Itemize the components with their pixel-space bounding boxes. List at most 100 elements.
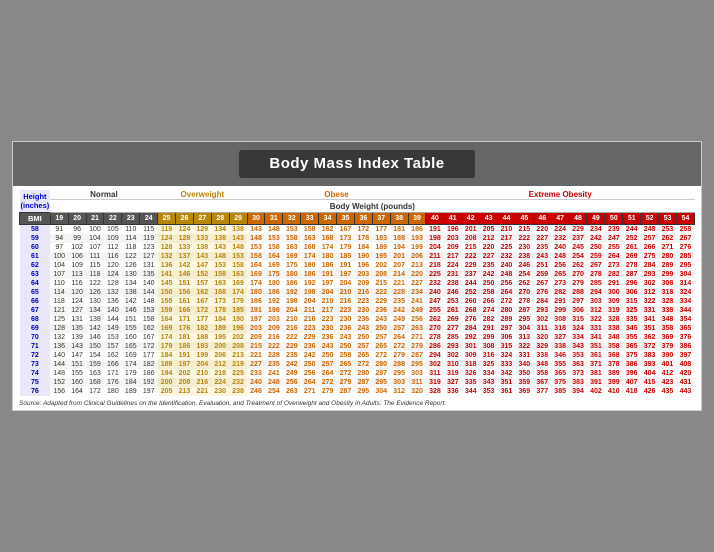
weight-cell: 153 bbox=[104, 333, 122, 342]
bmi-48: 48 bbox=[569, 213, 587, 225]
weight-cell: 295 bbox=[390, 369, 408, 378]
weight-cell: 133 bbox=[176, 243, 194, 252]
weight-cell: 180 bbox=[319, 252, 337, 261]
bmi-53: 53 bbox=[659, 213, 677, 225]
weight-cell: 172 bbox=[140, 342, 158, 351]
weight-cell: 222 bbox=[515, 234, 533, 243]
weight-cell: 256 bbox=[283, 378, 301, 387]
weight-cell: 177 bbox=[193, 315, 211, 324]
weight-cell: 135 bbox=[140, 270, 158, 279]
weight-cell: 250 bbox=[354, 333, 372, 342]
bmi-header-row: BMI 19 20 21 22 23 24 25 26 27 28 29 30 … bbox=[20, 213, 695, 225]
weight-cell: 295 bbox=[515, 315, 533, 324]
weight-cell: 256 bbox=[498, 279, 516, 288]
weight-cell: 334 bbox=[676, 297, 694, 306]
weight-cell: 272 bbox=[372, 351, 390, 360]
height-cell: 73 bbox=[20, 360, 51, 369]
weight-cell: 227 bbox=[533, 234, 551, 243]
weight-cell: 285 bbox=[587, 279, 605, 288]
weight-cell: 169 bbox=[265, 261, 283, 270]
weight-cell: 389 bbox=[605, 369, 623, 378]
page-title: Body Mass Index Table bbox=[269, 155, 444, 172]
weight-cell: 301 bbox=[462, 342, 480, 351]
weight-cell: 267 bbox=[587, 261, 605, 270]
weight-cell: 106 bbox=[68, 252, 86, 261]
weight-cell: 203 bbox=[354, 270, 372, 279]
weight-cell: 262 bbox=[569, 261, 587, 270]
weight-cell: 177 bbox=[140, 351, 158, 360]
weight-cell: 262 bbox=[659, 234, 677, 243]
weight-cell: 223 bbox=[301, 324, 319, 333]
weight-cell: 375 bbox=[623, 351, 641, 360]
bmi-data-body: 5891961001051101151191241291341381431481… bbox=[20, 225, 695, 397]
weight-cell: 206 bbox=[211, 351, 229, 360]
weight-cell: 300 bbox=[605, 288, 623, 297]
weight-cell: 190 bbox=[354, 252, 372, 261]
weight-cell: 137 bbox=[176, 252, 194, 261]
weight-cell: 239 bbox=[605, 225, 623, 235]
weight-cell: 278 bbox=[587, 270, 605, 279]
weight-cell: 229 bbox=[462, 261, 480, 270]
weight-cell: 235 bbox=[265, 360, 283, 369]
weight-cell: 158 bbox=[301, 225, 319, 235]
weight-cell: 278 bbox=[515, 297, 533, 306]
bmi-42: 42 bbox=[462, 213, 480, 225]
weight-cell: 230 bbox=[319, 324, 337, 333]
weight-cell: 338 bbox=[605, 324, 623, 333]
weight-cell: 175 bbox=[283, 261, 301, 270]
weight-cell: 258 bbox=[337, 351, 355, 360]
weight-cell: 348 bbox=[605, 333, 623, 342]
weight-cell: 235 bbox=[390, 297, 408, 306]
weight-cell: 144 bbox=[50, 360, 68, 369]
weight-cell: 222 bbox=[265, 342, 283, 351]
weight-cell: 157 bbox=[193, 279, 211, 288]
weight-cell: 373 bbox=[569, 369, 587, 378]
weight-cell: 125 bbox=[50, 315, 68, 324]
weight-cell: 220 bbox=[480, 243, 498, 252]
weight-cell: 396 bbox=[623, 369, 641, 378]
weight-cell: 257 bbox=[641, 234, 659, 243]
weight-cell: 155 bbox=[158, 297, 176, 306]
weight-cell: 197 bbox=[140, 387, 158, 396]
weight-cell: 282 bbox=[605, 270, 623, 279]
weight-cell: 415 bbox=[641, 378, 659, 387]
weight-cell: 164 bbox=[265, 252, 283, 261]
weight-cell: 247 bbox=[426, 297, 444, 306]
weight-cell: 344 bbox=[676, 306, 694, 315]
weight-cell: 365 bbox=[676, 324, 694, 333]
weight-cell: 119 bbox=[158, 225, 176, 235]
weight-cell: 243 bbox=[354, 324, 372, 333]
table-row: 6712112713414014615315916617217818519119… bbox=[20, 306, 695, 315]
weight-cell: 318 bbox=[462, 360, 480, 369]
weight-cell: 257 bbox=[354, 342, 372, 351]
weight-cell: 295 bbox=[408, 360, 426, 369]
weight-cell: 191 bbox=[426, 225, 444, 235]
weight-cell: 355 bbox=[551, 360, 569, 369]
weight-cell: 210 bbox=[337, 288, 355, 297]
weight-cell: 232 bbox=[498, 252, 516, 261]
bmi-46: 46 bbox=[533, 213, 551, 225]
weight-cell: 225 bbox=[426, 270, 444, 279]
weight-cell: 287 bbox=[337, 387, 355, 396]
weight-cell: 242 bbox=[301, 351, 319, 360]
weight-cell: 279 bbox=[569, 279, 587, 288]
weight-cell: 265 bbox=[354, 351, 372, 360]
weight-cell: 162 bbox=[140, 324, 158, 333]
weight-cell: 158 bbox=[265, 243, 283, 252]
weight-cell: 135 bbox=[68, 324, 86, 333]
weight-cell: 369 bbox=[659, 333, 677, 342]
weight-cell: 212 bbox=[211, 360, 229, 369]
weight-cell: 295 bbox=[372, 378, 390, 387]
weight-cell: 312 bbox=[641, 288, 659, 297]
height-column-header: Height(inches) bbox=[20, 190, 51, 213]
weight-cell: 303 bbox=[390, 378, 408, 387]
weight-cell: 104 bbox=[50, 261, 68, 270]
weight-cell: 383 bbox=[641, 351, 659, 360]
weight-cell: 105 bbox=[104, 225, 122, 235]
weight-cell: 194 bbox=[390, 243, 408, 252]
weight-cell: 287 bbox=[623, 270, 641, 279]
weight-cell: 143 bbox=[193, 252, 211, 261]
weight-cell: 186 bbox=[408, 225, 426, 235]
weight-cell: 435 bbox=[659, 387, 677, 396]
weight-cell: 236 bbox=[337, 324, 355, 333]
